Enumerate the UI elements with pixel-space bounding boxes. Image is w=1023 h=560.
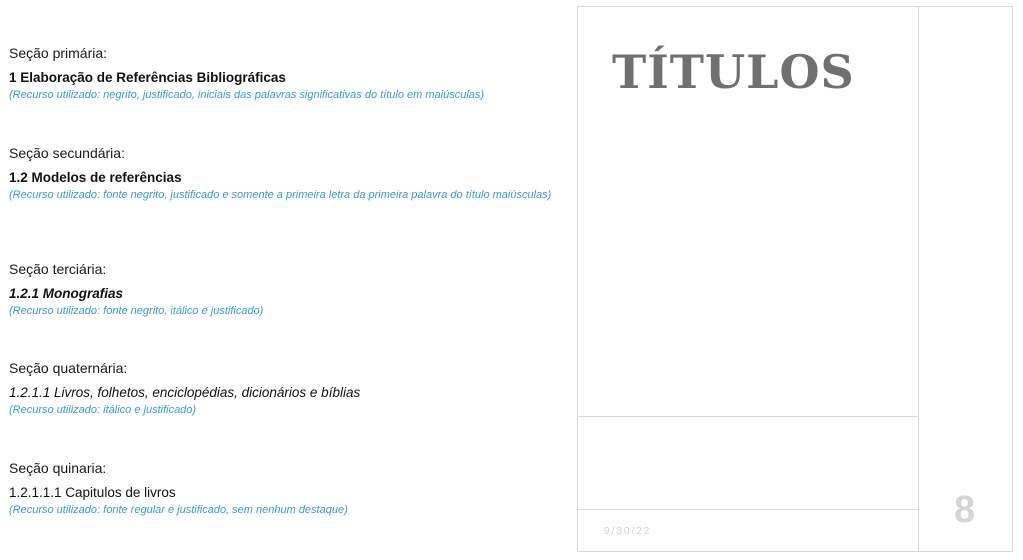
section-quinary: Seção quinaria: 1.2.1.1.1 Capitulos de l…: [9, 460, 557, 518]
document-page: Seção primária: 1 Elaboração de Referênc…: [0, 0, 1023, 560]
section-primary: Seção primária: 1 Elaboração de Referênc…: [9, 45, 557, 103]
section-label: Seção quaternária:: [9, 360, 128, 376]
section-label: Seção secundária:: [9, 145, 125, 161]
slide-date: 9/30/22: [604, 526, 652, 537]
section-label: Seção quinaria:: [9, 460, 107, 476]
slide-divider-vertical: [918, 6, 919, 552]
section-heading-example: 1.2.1.1.1 Capitulos de livros: [9, 485, 176, 500]
section-note: (Recurso utilizado: negrito, justificado…: [9, 89, 485, 101]
section-examples: Seção primária: 1 Elaboração de Referênc…: [9, 0, 557, 560]
section-heading-example: 1.2.1 Monografias: [9, 286, 124, 301]
section-heading-example: 1.2.1.1 Livros, folhetos, enciclopédias,…: [9, 385, 361, 400]
section-note: (Recurso utilizado: fonte negrito, justi…: [9, 189, 552, 201]
slide-divider-horizontal: [577, 416, 919, 417]
section-heading-example: 1.2 Modelos de referências: [9, 170, 182, 185]
section-note: (Recurso utilizado: itálico e justificad…: [9, 404, 197, 416]
slide-divider-horizontal: [577, 509, 919, 510]
slide-title: TÍTULOS: [612, 45, 855, 99]
section-quaternary: Seção quaternária: 1.2.1.1 Livros, folhe…: [9, 360, 557, 418]
section-label: Seção terciária:: [9, 261, 107, 277]
section-secondary: Seção secundária: 1.2 Modelos de referên…: [9, 145, 557, 203]
section-note: (Recurso utilizado: fonte negrito, itáli…: [9, 305, 264, 317]
section-heading-example: 1 Elaboração de Referências Bibliográfic…: [9, 70, 286, 85]
section-tertiary: Seção terciária: 1.2.1 Monografias (Recu…: [9, 261, 557, 319]
section-note: (Recurso utilizado: fonte regular e just…: [9, 504, 348, 516]
slide-number: 8: [954, 489, 976, 531]
section-label: Seção primária:: [9, 45, 108, 61]
